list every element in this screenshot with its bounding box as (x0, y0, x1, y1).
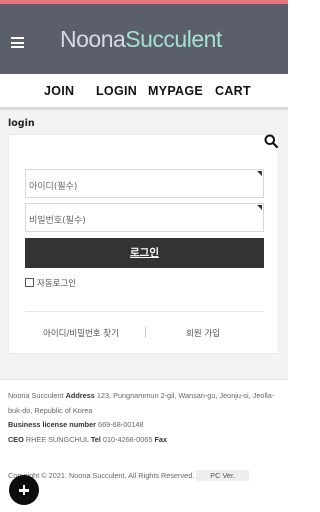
plus-icon[interactable] (9, 475, 39, 505)
license-label: Business license number (8, 420, 97, 430)
copyright-text: Copyright © 2021. Noona Succulent. All R… (8, 471, 195, 480)
card-divider (25, 311, 264, 312)
nav-join[interactable]: JOIN (44, 84, 74, 98)
search-icon[interactable] (264, 134, 278, 148)
logo-text-noona: Noona (60, 26, 126, 52)
ceo-value: RHEE SUNGCHUL (25, 434, 89, 444)
logo-text-succulent: Succulent (125, 26, 222, 52)
find-account-link[interactable]: 아이디/비밀번호 찾기 (43, 327, 119, 339)
pc-version-button[interactable]: PC Ver. (196, 470, 250, 481)
company-info: Noona Succulent Address 123, Pungnammun … (8, 389, 282, 447)
login-form-card: 아이디(필수) 비밀번호(필수) 로그인 자동로그인 아이디/비밀번호 찾기 회… (8, 134, 279, 354)
address-line: Noona Succulent Address 123, Pungnammun … (8, 389, 282, 418)
footer-divider (0, 379, 288, 380)
site-header: NoonaSucculent (0, 4, 288, 74)
ceo-line: CEO RHEE SUNGCHUL Tel 010-4266-0065 Fax (8, 433, 282, 448)
auto-login-label: 자동로그인 (37, 279, 77, 289)
license-value: 669-68-00148 (98, 420, 144, 430)
nav-mypage[interactable]: MYPAGE (148, 84, 203, 98)
password-input[interactable]: 비밀번호(필수) (25, 203, 264, 232)
join-member-link[interactable]: 회원 가입 (186, 327, 220, 339)
nav-login[interactable]: LOGIN (96, 84, 137, 98)
required-corner-icon (257, 205, 262, 210)
auto-login-option[interactable]: 자동로그인 (25, 277, 76, 289)
ceo-label: CEO (8, 434, 24, 444)
tel-label: Tel (90, 434, 101, 444)
id-input[interactable]: 아이디(필수) (25, 169, 264, 198)
copyright-line: Copyright © 2021. Noona Succulent. All R… (8, 470, 250, 481)
page-title: login (8, 118, 35, 129)
login-button[interactable]: 로그인 (25, 238, 264, 268)
site-logo[interactable]: NoonaSucculent (60, 26, 222, 53)
auto-login-checkbox[interactable] (25, 278, 34, 287)
id-placeholder: 아이디(필수) (29, 182, 78, 192)
required-corner-icon (257, 171, 262, 176)
company-name: Noona Succulent (8, 391, 64, 400)
link-separator (145, 327, 146, 338)
tel-value: 010-4266-0065 (102, 434, 153, 444)
nav-cart[interactable]: CART (215, 84, 251, 98)
password-placeholder: 비밀번호(필수) (29, 216, 86, 226)
address-label: Address (65, 391, 95, 400)
hamburger-icon[interactable] (11, 37, 24, 48)
top-navigation: JOIN LOGIN MYPAGE CART (0, 74, 288, 108)
fax-label: Fax (154, 434, 168, 444)
license-line: Business license number 669-68-00148 (8, 418, 282, 433)
